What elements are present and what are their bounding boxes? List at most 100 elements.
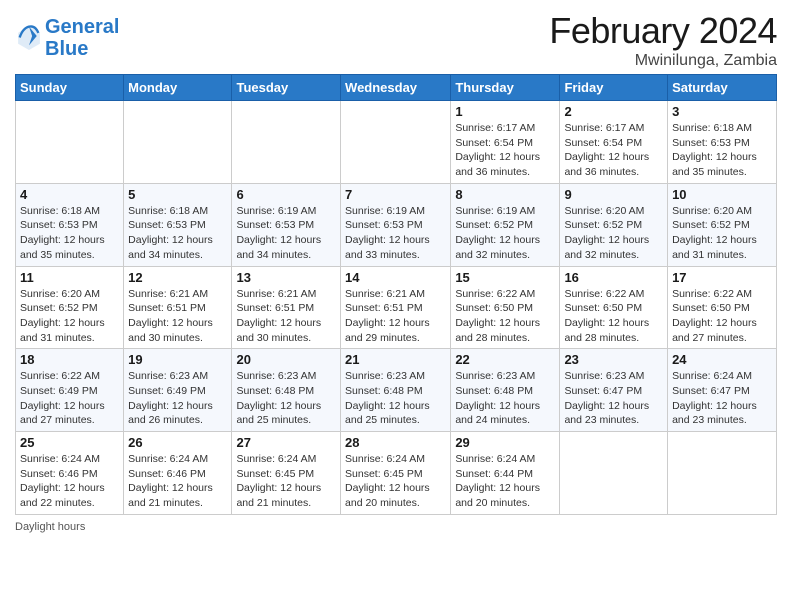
- header-day-sunday: Sunday: [16, 75, 124, 101]
- calendar-cell: 9 Sunrise: 6:20 AM Sunset: 6:52 PM Daylig…: [560, 183, 668, 266]
- calendar-cell: 22Sunrise: 6:23 AM Sunset: 6:48 PM Dayli…: [451, 349, 560, 432]
- header-day-friday: Friday: [560, 75, 668, 101]
- calendar-cell: [560, 432, 668, 515]
- calendar-cell: [16, 101, 124, 184]
- day-number: 11: [20, 270, 119, 285]
- calendar-title: February 2024: [549, 10, 777, 52]
- calendar-cell: 27 Sunrise: 6:24 AM Sunset: 6:45 PM Dayli…: [232, 432, 341, 515]
- day-number: 13: [236, 270, 336, 285]
- logo-icon: [15, 22, 43, 50]
- day-number: 15: [455, 270, 555, 285]
- calendar-cell: 4 Sunrise: 6:18 AM Sunset: 6:53 PM Daylig…: [16, 183, 124, 266]
- calendar-cell: 19 Sunrise: 6:23 AM Sunset: 6:49 PM Dayli…: [124, 349, 232, 432]
- calendar-cell: 24 Sunrise: 6:24 AM Sunset: 6:47 PM Dayli…: [668, 349, 777, 432]
- calendar-cell: 5 Sunrise: 6:18 AM Sunset: 6:53 PM Daylig…: [124, 183, 232, 266]
- calendar-cell: 21 Sunrise: 6:23 AM Sunset: 6:48 PM Dayli…: [341, 349, 451, 432]
- header-day-monday: Monday: [124, 75, 232, 101]
- day-info: Sunrise: 6:24 AM Sunset: 6:44 PM Dayligh…: [455, 452, 555, 511]
- calendar-cell: 7Sunrise: 6:19 AM Sunset: 6:53 PM Daylig…: [341, 183, 451, 266]
- day-info: Sunrise: 6:18 AM Sunset: 6:53 PM Dayligh…: [20, 204, 119, 263]
- day-number: 9: [564, 187, 663, 202]
- day-info: Sunrise: 6:21 AM Sunset: 6:51 PM Dayligh…: [236, 287, 336, 346]
- day-number: 6: [236, 187, 336, 202]
- calendar-cell: 13 Sunrise: 6:21 AM Sunset: 6:51 PM Dayli…: [232, 266, 341, 349]
- calendar-cell: 16 Sunrise: 6:22 AM Sunset: 6:50 PM Dayli…: [560, 266, 668, 349]
- calendar-cell: 2 Sunrise: 6:17 AM Sunset: 6:54 PM Daylig…: [560, 101, 668, 184]
- footer-note: Daylight hours: [15, 521, 777, 533]
- day-info: Sunrise: 6:18 AM Sunset: 6:53 PM Dayligh…: [672, 121, 772, 180]
- day-info: Sunrise: 6:22 AM Sunset: 6:49 PM Dayligh…: [20, 369, 119, 428]
- calendar-table: SundayMondayTuesdayWednesdayThursdayFrid…: [15, 74, 777, 515]
- logo-blue: Blue: [45, 38, 119, 60]
- day-number: 14: [345, 270, 446, 285]
- day-number: 23: [564, 352, 663, 367]
- day-number: 3: [672, 104, 772, 119]
- day-number: 29: [455, 435, 555, 450]
- day-number: 25: [20, 435, 119, 450]
- day-number: 2: [564, 104, 663, 119]
- day-info: Sunrise: 6:23 AM Sunset: 6:48 PM Dayligh…: [236, 369, 336, 428]
- logo: General Blue: [15, 16, 119, 60]
- day-number: 17: [672, 270, 772, 285]
- day-number: 20: [236, 352, 336, 367]
- calendar-cell: 14 Sunrise: 6:21 AM Sunset: 6:51 PM Dayli…: [341, 266, 451, 349]
- day-info: Sunrise: 6:17 AM Sunset: 6:54 PM Dayligh…: [564, 121, 663, 180]
- day-info: Sunrise: 6:24 AM Sunset: 6:47 PM Dayligh…: [672, 369, 772, 428]
- day-number: 21: [345, 352, 446, 367]
- header-day-tuesday: Tuesday: [232, 75, 341, 101]
- day-info: Sunrise: 6:18 AM Sunset: 6:53 PM Dayligh…: [128, 204, 227, 263]
- day-info: Sunrise: 6:21 AM Sunset: 6:51 PM Dayligh…: [345, 287, 446, 346]
- day-number: 4: [20, 187, 119, 202]
- day-number: 8: [455, 187, 555, 202]
- calendar-week-row: 1 Sunrise: 6:17 AM Sunset: 6:54 PM Daylig…: [16, 101, 777, 184]
- calendar-cell: [668, 432, 777, 515]
- day-number: 12: [128, 270, 227, 285]
- day-info: Sunrise: 6:24 AM Sunset: 6:46 PM Dayligh…: [128, 452, 227, 511]
- calendar-cell: [232, 101, 341, 184]
- calendar-week-row: 18Sunrise: 6:22 AM Sunset: 6:49 PM Dayli…: [16, 349, 777, 432]
- day-info: Sunrise: 6:24 AM Sunset: 6:46 PM Dayligh…: [20, 452, 119, 511]
- header-day-thursday: Thursday: [451, 75, 560, 101]
- day-info: Sunrise: 6:20 AM Sunset: 6:52 PM Dayligh…: [672, 204, 772, 263]
- calendar-cell: [124, 101, 232, 184]
- day-info: Sunrise: 6:21 AM Sunset: 6:51 PM Dayligh…: [128, 287, 227, 346]
- day-info: Sunrise: 6:19 AM Sunset: 6:52 PM Dayligh…: [455, 204, 555, 263]
- calendar-cell: 25 Sunrise: 6:24 AM Sunset: 6:46 PM Dayli…: [16, 432, 124, 515]
- calendar-cell: 29 Sunrise: 6:24 AM Sunset: 6:44 PM Dayli…: [451, 432, 560, 515]
- day-info: Sunrise: 6:20 AM Sunset: 6:52 PM Dayligh…: [564, 204, 663, 263]
- day-number: 5: [128, 187, 227, 202]
- day-number: 24: [672, 352, 772, 367]
- calendar-week-row: 4 Sunrise: 6:18 AM Sunset: 6:53 PM Daylig…: [16, 183, 777, 266]
- header-day-saturday: Saturday: [668, 75, 777, 101]
- day-info: Sunrise: 6:17 AM Sunset: 6:54 PM Dayligh…: [455, 121, 555, 180]
- day-info: Sunrise: 6:22 AM Sunset: 6:50 PM Dayligh…: [564, 287, 663, 346]
- calendar-cell: 12 Sunrise: 6:21 AM Sunset: 6:51 PM Dayli…: [124, 266, 232, 349]
- page-header: General Blue February 2024 Mwinilunga, Z…: [15, 10, 777, 70]
- day-number: 1: [455, 104, 555, 119]
- day-info: Sunrise: 6:19 AM Sunset: 6:53 PM Dayligh…: [345, 204, 446, 263]
- day-number: 10: [672, 187, 772, 202]
- day-number: 19: [128, 352, 227, 367]
- day-info: Sunrise: 6:23 AM Sunset: 6:48 PM Dayligh…: [345, 369, 446, 428]
- calendar-cell: 23Sunrise: 6:23 AM Sunset: 6:47 PM Dayli…: [560, 349, 668, 432]
- calendar-cell: 6 Sunrise: 6:19 AM Sunset: 6:53 PM Daylig…: [232, 183, 341, 266]
- calendar-cell: 8 Sunrise: 6:19 AM Sunset: 6:52 PM Daylig…: [451, 183, 560, 266]
- header-day-wednesday: Wednesday: [341, 75, 451, 101]
- calendar-cell: 20 Sunrise: 6:23 AM Sunset: 6:48 PM Dayli…: [232, 349, 341, 432]
- calendar-cell: 10 Sunrise: 6:20 AM Sunset: 6:52 PM Dayli…: [668, 183, 777, 266]
- day-number: 22: [455, 352, 555, 367]
- day-info: Sunrise: 6:24 AM Sunset: 6:45 PM Dayligh…: [236, 452, 336, 511]
- calendar-week-row: 11 Sunrise: 6:20 AM Sunset: 6:52 PM Dayli…: [16, 266, 777, 349]
- day-info: Sunrise: 6:20 AM Sunset: 6:52 PM Dayligh…: [20, 287, 119, 346]
- logo-general: General: [45, 16, 119, 38]
- calendar-week-row: 25 Sunrise: 6:24 AM Sunset: 6:46 PM Dayli…: [16, 432, 777, 515]
- day-number: 16: [564, 270, 663, 285]
- calendar-cell: 3 Sunrise: 6:18 AM Sunset: 6:53 PM Daylig…: [668, 101, 777, 184]
- day-info: Sunrise: 6:23 AM Sunset: 6:49 PM Dayligh…: [128, 369, 227, 428]
- day-number: 27: [236, 435, 336, 450]
- day-info: Sunrise: 6:22 AM Sunset: 6:50 PM Dayligh…: [672, 287, 772, 346]
- calendar-subtitle: Mwinilunga, Zambia: [549, 52, 777, 70]
- calendar-cell: 11 Sunrise: 6:20 AM Sunset: 6:52 PM Dayli…: [16, 266, 124, 349]
- calendar-cell: [341, 101, 451, 184]
- day-info: Sunrise: 6:19 AM Sunset: 6:53 PM Dayligh…: [236, 204, 336, 263]
